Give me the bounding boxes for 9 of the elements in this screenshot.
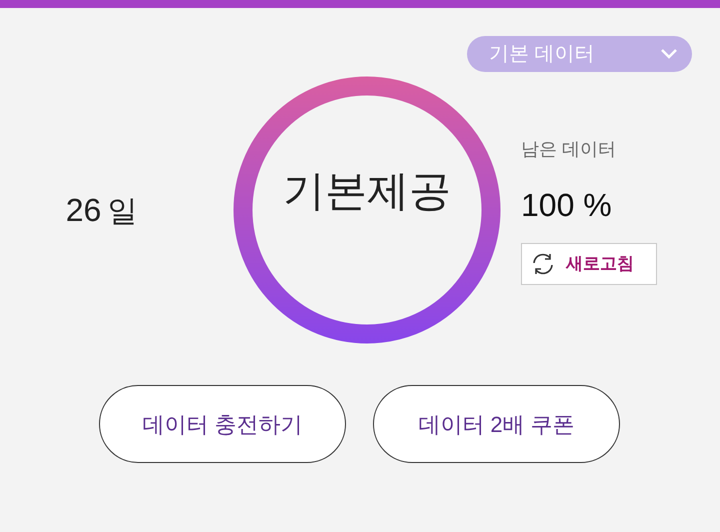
chevron-down-icon xyxy=(660,48,678,60)
days-count: 26 xyxy=(66,191,102,230)
remaining-label: 남은 데이터 xyxy=(521,138,616,160)
ring-label: 기본제공 xyxy=(283,166,451,216)
action-button[interactable]: 데이터 충전하기 xyxy=(99,385,346,463)
remaining-value: 100 % xyxy=(521,186,612,224)
action-button[interactable]: 데이터 2배 쿠폰 xyxy=(373,385,620,463)
refresh-button[interactable]: 새로고침 xyxy=(521,242,657,284)
days-unit: 일 xyxy=(107,194,138,230)
